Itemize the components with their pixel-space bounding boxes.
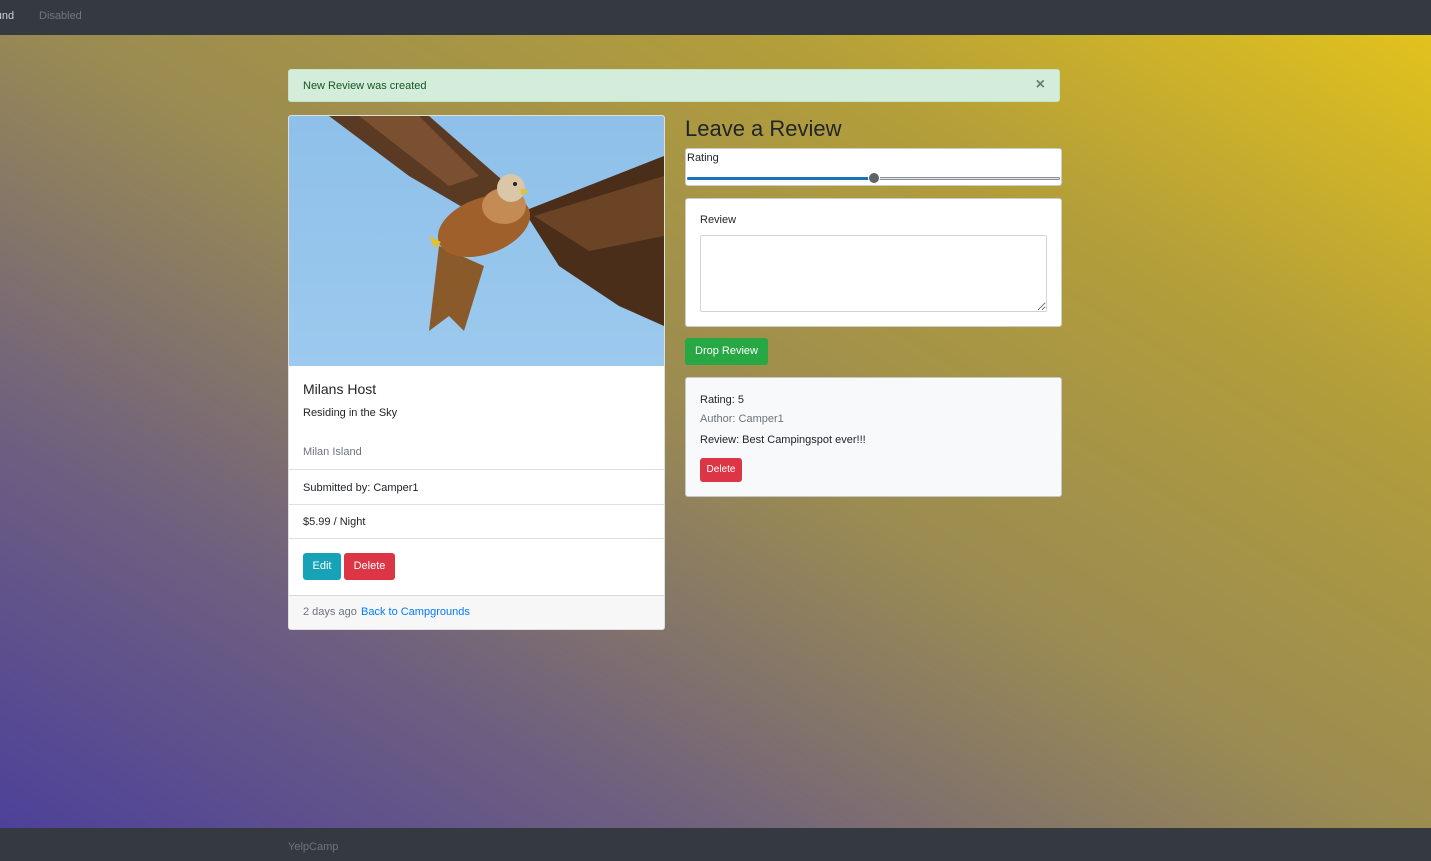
bird-illustration [329,116,664,331]
rating-slider-thumb[interactable] [867,172,880,184]
alert-message: New Review was created [303,80,427,92]
edit-button[interactable]: Edit [303,553,341,580]
time-ago-text: 2 days ago [303,606,357,618]
rating-slider-fill [687,177,874,180]
nav-disabled-link: Disabled [39,10,82,22]
alert-close-button[interactable]: × [1036,76,1045,94]
review-rating: Rating: 5 [700,394,745,406]
review-field: Review [685,198,1062,327]
campground-description: Residing in the Sky [303,407,398,419]
page-footer: YelpCamp [0,828,1431,861]
price-text: $5.99 / Night [303,516,366,528]
price-row: $5.99 / Night [289,504,664,538]
review-author: Author: Camper1 [700,413,784,425]
campground-card: Milans Host Residing in the Sky Milan Is… [288,115,665,630]
footer-text: YelpCamp [288,841,339,853]
submitted-by-row: Submitted by: Camper1 [289,469,664,504]
review-label: Review [700,214,737,226]
review-textarea[interactable] [700,235,1047,312]
back-to-campgrounds-link[interactable]: Back to Campgrounds [361,606,470,618]
drop-review-button[interactable]: Drop Review [685,338,768,365]
leave-review-heading: Leave a Review [685,116,842,141]
campground-title: Milans Host [303,381,377,397]
card-footer: 2 days ago Back to Campgrounds [289,595,664,629]
review-card: Rating: 5 Author: Camper1 Review: Best C… [685,377,1062,497]
review-text: Review: Best Campingspot ever!!! [700,434,866,446]
success-alert: New Review was created × [288,69,1060,102]
submitted-by-text: Submitted by: Camper1 [303,482,419,494]
campground-location: Milan Island [303,446,362,458]
campground-image [289,116,664,366]
actions-row: Edit Delete [289,538,664,595]
nav-brand-link[interactable]: round [0,10,14,23]
top-navbar: round Disabled [0,0,1431,35]
rating-field: Rating [685,148,1062,186]
delete-review-button[interactable]: Delete [700,458,742,482]
delete-campground-button[interactable]: Delete [344,553,395,580]
rating-label: Rating [687,152,719,164]
